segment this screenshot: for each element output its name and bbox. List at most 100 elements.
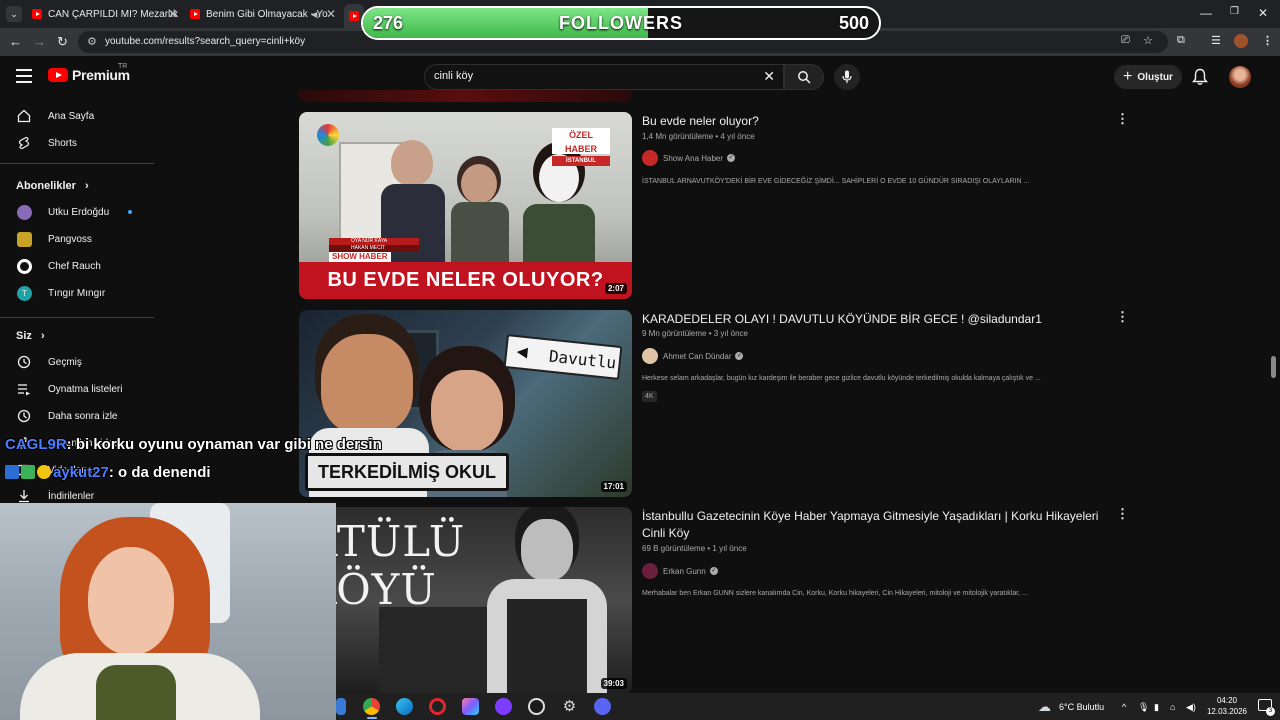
channel-link[interactable]: Erkan Gunn ✓ [642,563,718,579]
subscriptions-heading[interactable]: Abonelikler › [16,180,89,192]
video-result[interactable]: ÖZEL HABER İSTANBUL OYA NUR KAYA HAKAN M… [299,112,1129,300]
video-thumbnail[interactable]: RTÜLÜ KÖYÜ 39:03 [299,507,632,694]
clear-search-icon[interactable]: ✕ [763,68,775,85]
home-icon [17,109,31,123]
sidebar-item-subscription[interactable]: Pangvoss [0,226,154,252]
discord-icon[interactable] [594,698,611,715]
sidebar-item-subscription[interactable]: Chef Rauch [0,253,154,279]
obs-icon[interactable] [528,698,545,715]
new-content-dot [128,210,132,214]
weather-icon[interactable]: ☁ [1038,699,1051,715]
verified-icon: ✓ [727,154,736,162]
extensions-icon[interactable]: ⧉ [1177,34,1185,47]
create-button[interactable]: + Oluştur [1114,65,1182,89]
chat-message: aykut27: o da denendi [5,464,211,481]
hamburger-menu-icon[interactable] [16,69,32,83]
file-explorer-icon[interactable] [336,698,346,715]
clock-icon [17,409,31,423]
microphone-tray-icon[interactable]: 🎙 [1138,702,1149,713]
forward-icon[interactable]: → [33,34,46,49]
video-thumbnail[interactable]: ÖZEL HABER İSTANBUL OYA NUR KAYA HAKAN M… [299,112,632,299]
browser-tab-1[interactable]: CAN ÇARPILDI MI? Mezarlık Bel ✕ [32,4,178,24]
sidebar-item-subscription[interactable]: Utku Erdoğdu [0,199,154,225]
search-input[interactable] [434,70,734,82]
volume-icon[interactable]: ◀) [1186,702,1196,713]
site-info-icon[interactable]: ⚙ [87,35,97,48]
bookmark-star-icon[interactable]: ☆ [1143,34,1153,47]
chat-message: CAGL9R: bi korku oyunu oynaman var gibi … [5,436,382,453]
thumbnail-caption: BU EVDE NELER OLUYOR? [327,269,604,291]
close-tab-icon[interactable]: ✕ [168,7,178,21]
sidebar-item-home[interactable]: Ana Sayfa [0,103,154,129]
youtube-favicon [32,9,42,19]
chrome-icon[interactable] [363,698,380,715]
reading-list-icon[interactable]: ☰ [1211,34,1221,47]
app-icon[interactable] [495,698,512,715]
video-result[interactable]: ◄ Davutlu TERKEDİLMİŞ OKUL 17:01 KARADED… [299,310,1129,498]
quality-badge: 4K [642,391,657,402]
youtube-play-icon [48,68,68,82]
browser-tab-2[interactable]: Benim Gibi Olmayacak - Yo ◀) ✕ [190,4,336,24]
notifications-bell-icon[interactable] [1192,68,1208,86]
playlist-icon [18,384,30,396]
edge-icon[interactable] [396,698,413,715]
profile-icon[interactable] [1234,34,1248,48]
voice-search-button[interactable] [834,64,860,90]
sidebar-item-shorts[interactable]: Shorts [0,130,154,156]
news-logo-text: ÖZEL HABER [564,130,597,154]
thumbnail-news-logo: ÖZEL HABER İSTANBUL [552,128,610,166]
install-icon[interactable]: ⎚ [1121,34,1130,47]
video-title[interactable]: İstanbullu Gazetecinin Köye Haber Yapmay… [642,508,1112,542]
reload-icon[interactable]: ↻ [57,34,68,50]
video-result[interactable]: RTÜLÜ KÖYÜ 39:03 İstanbullu Gazetecinin … [299,507,1129,695]
video-description: Merhabalar ben Erkan GUNN sizlere kanalı… [642,590,1028,597]
more-actions-icon[interactable]: ⋮ [1116,112,1129,125]
clock-time: 04:20 [1216,696,1238,705]
chat-text: : bi korku oyunu oynaman var gibi ne der… [66,436,382,453]
video-meta: 1,4 Mn görüntüleme • 4 yıl önce [642,132,755,141]
minimize-icon[interactable]: — [1200,6,1212,20]
language-tray-icon[interactable]: ⌂ [1170,702,1175,712]
device-tray-icon[interactable]: ▮ [1154,702,1159,713]
video-title[interactable]: KARADEDELER OLAYI ! DAVUTLU KÖYÜNDE BİR … [642,311,1112,328]
tab-search-icon[interactable]: ⌄ [6,6,22,22]
search-button[interactable] [784,64,824,90]
sidebar-item-subscription[interactable]: T Tıngır Mıngır [0,280,154,306]
settings-icon[interactable]: ⚙ [561,698,578,715]
thumbnail-figure-vest [507,599,587,694]
restore-icon[interactable]: ❐ [1230,6,1239,17]
youtube-premium-logo[interactable]: Premium TR [48,63,130,83]
streamer-webcam [0,503,336,720]
app-icon[interactable] [462,698,479,715]
you-heading[interactable]: Siz › [16,330,45,342]
system-clock[interactable]: 04:20 12.03.2026 [1200,695,1254,717]
windows-taskbar: ⚙ ☁ 6°C Bulutlu ^ 🎙 ▮ ⌂ ◀) 04:20 12.03.2… [336,693,1280,720]
video-thumbnail[interactable]: ◄ Davutlu TERKEDİLMİŞ OKUL 17:01 [299,310,632,497]
back-icon[interactable]: ← [9,34,22,49]
browser-menu-icon[interactable]: ⋮ [1262,34,1273,47]
sidebar-item-label: Geçmiş [48,356,82,368]
thumbnail-caption: TERKEDİLMİŞ OKUL [318,462,496,482]
sidebar-item-history[interactable]: Geçmiş [0,349,154,375]
close-window-icon[interactable]: ✕ [1258,6,1268,20]
channel-avatar [642,150,658,166]
channel-link[interactable]: Show Ana Haber ✓ [642,150,736,166]
page-scrollbar-thumb[interactable] [1271,356,1276,378]
show-hidden-icons[interactable]: ^ [1122,702,1126,712]
sidebar-item-playlists[interactable]: Oynatma listeleri [0,376,154,402]
weather-text[interactable]: 6°C Bulutlu [1059,702,1104,712]
lower-third: OYA NUR KAYA HAKAN MECİT SHOW HABER [329,238,419,262]
video-title[interactable]: Bu evde neler oluyor? [642,113,1112,130]
more-actions-icon[interactable]: ⋮ [1116,507,1129,520]
previous-result-thumbnail[interactable] [299,90,632,102]
channel-link[interactable]: Ahmet Can Dündar ✓ [642,348,744,364]
camera-name: HAKAN MECİT [329,245,419,252]
more-actions-icon[interactable]: ⋮ [1116,310,1129,323]
followers-goal-bar: 276 FOLLOWERS 500 [361,6,881,40]
opera-icon[interactable] [429,698,446,715]
sidebar-item-watch-later[interactable]: Daha sonra izle [0,403,154,429]
account-avatar[interactable] [1229,66,1251,88]
followers-goal: 500 [838,13,869,33]
search-box[interactable]: ✕ [424,64,784,90]
close-tab-icon[interactable]: ✕ [326,7,336,21]
